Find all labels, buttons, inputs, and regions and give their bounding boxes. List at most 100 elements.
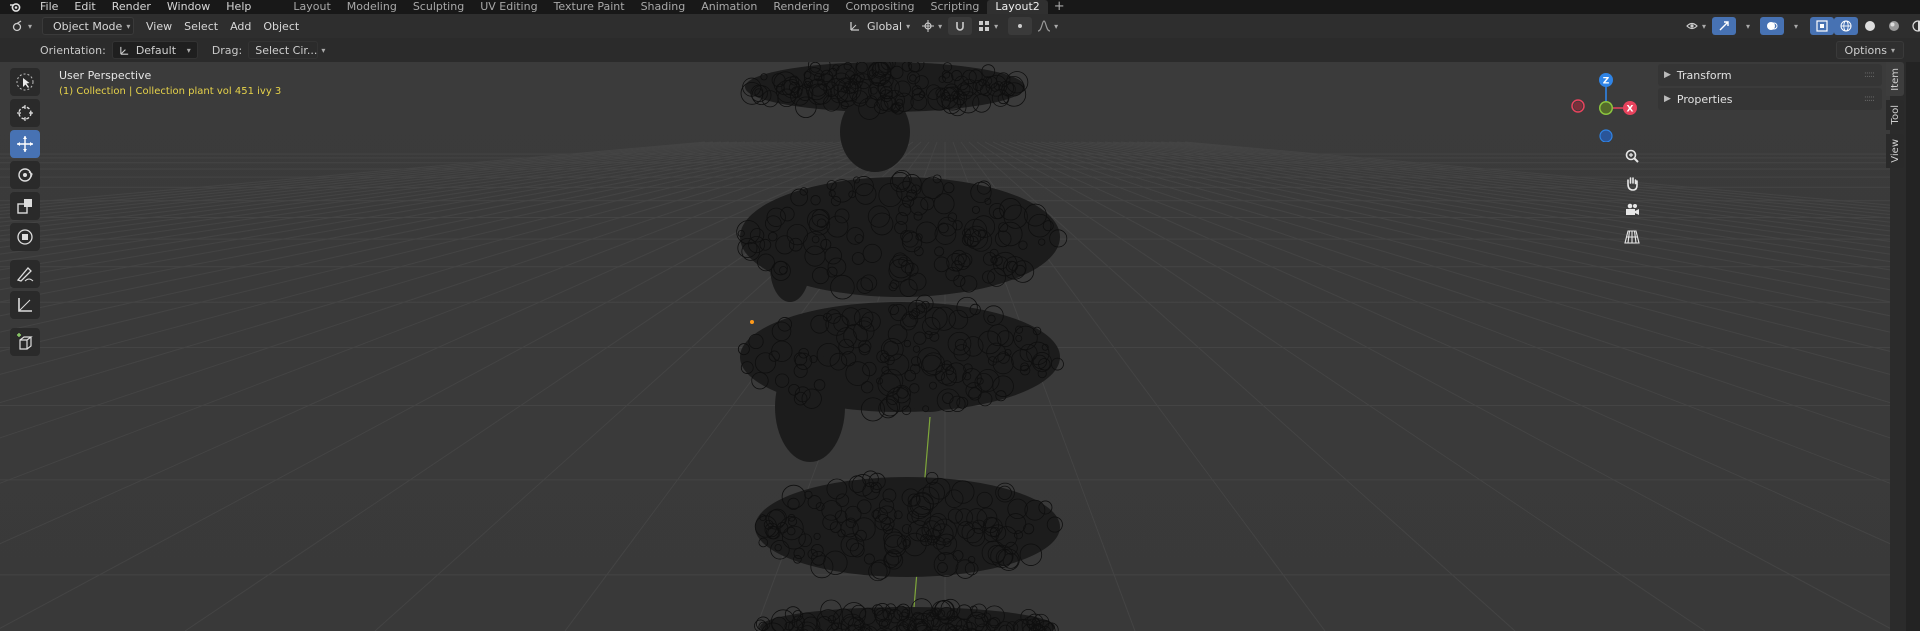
rotate-tool-button[interactable]	[10, 161, 40, 189]
tab-scripting[interactable]: Scripting	[922, 0, 987, 14]
transform-icon	[17, 229, 33, 245]
menu-render[interactable]: Render	[104, 0, 159, 14]
tab-tool-label: Tool	[1889, 105, 1901, 125]
chevron-down-icon: ▾	[1054, 21, 1059, 31]
shading-material-button[interactable]	[1882, 17, 1906, 35]
projection-toggle-button[interactable]	[1620, 225, 1644, 249]
overlays-toggle[interactable]	[1760, 17, 1785, 35]
tab-item[interactable]: Item	[1886, 62, 1904, 96]
menu-add[interactable]: Add	[224, 17, 257, 35]
tab-uv-editing[interactable]: UV Editing	[472, 0, 545, 14]
navigation-controls	[1618, 144, 1646, 252]
snap-target-dropdown[interactable]: ▾	[972, 17, 1004, 35]
tab-rendering[interactable]: Rendering	[765, 0, 837, 14]
zoom-magnifier-icon	[1625, 149, 1639, 163]
object-origin-dot	[750, 320, 754, 324]
3d-cursor-icon	[17, 105, 33, 121]
tab-tool[interactable]: Tool	[1886, 100, 1904, 130]
mode-dropdown[interactable]: Object Mode ▾	[42, 17, 135, 35]
y-axis-inner	[1600, 102, 1612, 114]
menu-edit[interactable]: Edit	[66, 0, 103, 14]
shading-wireframe-button[interactable]	[1834, 17, 1859, 35]
chevron-down-icon: ▾	[1746, 21, 1751, 31]
chevron-right-icon: ▶	[1664, 94, 1671, 104]
top-menu-bar: File Edit Render Window Help Layout Mode…	[0, 0, 1920, 14]
navigation-gizmo[interactable]: Z X	[1568, 70, 1640, 143]
transform-panel-title: Transform	[1676, 68, 1732, 82]
visibility-dropdown[interactable]: ▾	[1680, 17, 1712, 35]
snap-toggle[interactable]	[948, 17, 973, 35]
tab-layout[interactable]: Layout	[285, 0, 338, 14]
menu-window[interactable]: Window	[159, 0, 218, 14]
gizmo-arrow-icon	[1719, 21, 1729, 31]
cursor-tool-button[interactable]	[10, 99, 40, 127]
camera-icon	[1626, 203, 1639, 215]
proportional-falloff-dropdown[interactable]: ▾	[1032, 17, 1064, 35]
viewport-scene	[0, 62, 1890, 631]
annotate-tool-button[interactable]	[10, 260, 40, 288]
blender-logo-icon[interactable]	[8, 0, 22, 14]
shading-solid-button[interactable]	[1858, 17, 1882, 35]
pencil-icon	[16, 267, 34, 282]
proportional-edit-icon	[1018, 24, 1023, 28]
chevron-down-icon: ▾	[906, 21, 911, 31]
eye-icon	[1686, 22, 1698, 30]
pan-button[interactable]	[1620, 171, 1644, 195]
chevron-down-icon: ▾	[994, 21, 999, 31]
drag-handle-icon[interactable]: :::::	[1864, 70, 1875, 80]
move-tool-button[interactable]	[10, 130, 40, 158]
transform-orientation-dropdown[interactable]: Global ▾	[843, 17, 916, 35]
select-tool-button[interactable]	[10, 68, 40, 96]
sidebar-panel: ▶ Transform ::::: ▶ Properties :::::	[1658, 64, 1882, 112]
tool-shelf	[8, 68, 42, 359]
menu-object[interactable]: Object	[257, 17, 305, 35]
hand-icon	[1627, 177, 1638, 191]
transform-tool-button[interactable]	[10, 223, 40, 251]
xray-toggle[interactable]	[1810, 17, 1835, 35]
move-arrows-icon	[17, 136, 33, 152]
chevron-down-icon: ▾	[321, 45, 326, 55]
tab-texture-paint[interactable]: Texture Paint	[546, 0, 633, 14]
shading-rendered-button[interactable]	[1906, 17, 1920, 35]
tab-item-label: Item	[1889, 67, 1901, 91]
drag-field-label: Drag:	[211, 43, 243, 57]
falloff-curve-icon	[1038, 20, 1051, 32]
drag-handle-icon[interactable]: :::::	[1864, 94, 1875, 104]
tab-view[interactable]: View	[1886, 134, 1904, 168]
pivot-point-dropdown[interactable]: ▾	[916, 17, 948, 35]
ruler-icon	[18, 298, 32, 312]
viewport-header: ▾ Object Mode ▾ View Select Add Object G…	[0, 14, 1920, 38]
tab-layout2[interactable]: Layout2	[987, 0, 1048, 14]
camera-view-button[interactable]	[1620, 198, 1644, 222]
measure-tool-button[interactable]	[10, 291, 40, 319]
orientation-dropdown[interactable]: Default ▾	[111, 41, 198, 59]
transform-panel-header[interactable]: ▶ Transform :::::	[1658, 64, 1882, 86]
menu-file[interactable]: File	[32, 0, 66, 14]
options-dropdown[interactable]: Options ▾	[1835, 41, 1904, 59]
add-workspace-button[interactable]: +	[1048, 0, 1071, 14]
3d-viewport[interactable]	[0, 62, 1890, 631]
tab-modeling[interactable]: Modeling	[339, 0, 405, 14]
drag-dropdown[interactable]: Select Cir... ▾	[248, 41, 325, 59]
properties-panel-header[interactable]: ▶ Properties :::::	[1658, 88, 1882, 110]
chevron-down-icon: ▾	[186, 45, 191, 55]
mode-label: Object Mode	[53, 19, 123, 33]
tab-sculpting[interactable]: Sculpting	[405, 0, 472, 14]
scale-tool-button[interactable]	[10, 192, 40, 220]
menu-select[interactable]: Select	[178, 17, 224, 35]
tab-animation[interactable]: Animation	[693, 0, 765, 14]
gizmo-toggle[interactable]	[1712, 17, 1737, 35]
view-perspective-label: User Perspective	[59, 69, 152, 82]
add-cube-tool-button[interactable]	[10, 328, 40, 356]
proportional-edit-toggle[interactable]	[1008, 17, 1033, 35]
sidebar-tabs: Item Tool View	[1886, 62, 1906, 172]
overlays-dropdown[interactable]: ▾	[1784, 17, 1804, 35]
tab-compositing[interactable]: Compositing	[838, 0, 923, 14]
tab-shading[interactable]: Shading	[633, 0, 694, 14]
menu-view[interactable]: View	[140, 17, 178, 35]
editor-type-button[interactable]: ▾	[6, 17, 38, 35]
gizmo-dropdown[interactable]: ▾	[1736, 17, 1756, 35]
menu-help[interactable]: Help	[218, 0, 259, 14]
neg-z-axis-handle[interactable]	[1599, 129, 1613, 143]
zoom-button[interactable]	[1620, 144, 1644, 168]
